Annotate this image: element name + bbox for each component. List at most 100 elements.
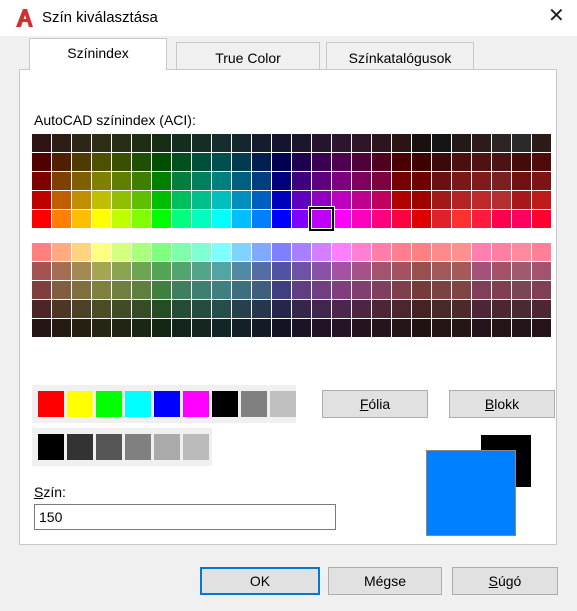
aci-bottom-cell[interactable]	[412, 300, 431, 318]
aci-bottom-cell[interactable]	[72, 281, 91, 299]
aci-top-cell[interactable]	[292, 134, 311, 152]
aci-top-cell[interactable]	[332, 153, 351, 171]
gray-color-swatch[interactable]	[183, 434, 209, 460]
aci-bottom-cell[interactable]	[92, 319, 111, 337]
standard-color-swatch[interactable]	[241, 391, 267, 417]
aci-top-cell[interactable]	[152, 210, 171, 228]
aci-bottom-cell[interactable]	[112, 281, 131, 299]
aci-bottom-cell[interactable]	[472, 300, 491, 318]
aci-bottom-cell[interactable]	[192, 262, 211, 280]
aci-bottom-cell[interactable]	[432, 319, 451, 337]
aci-top-cell[interactable]	[132, 191, 151, 209]
aci-bottom-cell[interactable]	[392, 319, 411, 337]
aci-bottom-cell[interactable]	[452, 319, 471, 337]
gray-color-swatch[interactable]	[67, 434, 93, 460]
aci-bottom-cell[interactable]	[52, 243, 71, 261]
aci-bottom-cell[interactable]	[352, 300, 371, 318]
aci-top-cell[interactable]	[52, 153, 71, 171]
aci-top-cell[interactable]	[392, 172, 411, 190]
aci-bottom-cell[interactable]	[352, 262, 371, 280]
aci-bottom-cell[interactable]	[72, 300, 91, 318]
aci-bottom-cell[interactable]	[32, 319, 51, 337]
aci-top-cell[interactable]	[32, 191, 51, 209]
aci-top-cell[interactable]	[52, 191, 71, 209]
aci-top-cell[interactable]	[352, 210, 371, 228]
aci-bottom-cell[interactable]	[512, 300, 531, 318]
aci-top-cell[interactable]	[232, 191, 251, 209]
aci-top-cell[interactable]	[252, 134, 271, 152]
standard-color-swatch[interactable]	[96, 391, 122, 417]
close-icon[interactable]: ✕	[548, 6, 565, 26]
aci-bottom-cell[interactable]	[112, 319, 131, 337]
aci-bottom-cell[interactable]	[452, 281, 471, 299]
aci-bottom-cell[interactable]	[392, 281, 411, 299]
aci-bottom-cell[interactable]	[132, 319, 151, 337]
aci-bottom-cell[interactable]	[132, 262, 151, 280]
aci-bottom-cell[interactable]	[292, 243, 311, 261]
tab-szinkatalogusok[interactable]: Színkatalógusok	[326, 42, 474, 70]
standard-color-swatch[interactable]	[125, 391, 151, 417]
aci-top-cell[interactable]	[332, 210, 351, 228]
aci-bottom-cell[interactable]	[32, 262, 51, 280]
aci-top-cell[interactable]	[352, 172, 371, 190]
aci-top-cell[interactable]	[72, 191, 91, 209]
aci-bottom-cell[interactable]	[452, 262, 471, 280]
aci-top-cell[interactable]	[332, 172, 351, 190]
aci-top-cell[interactable]	[152, 134, 171, 152]
gray-color-swatch[interactable]	[154, 434, 180, 460]
aci-bottom-cell[interactable]	[472, 243, 491, 261]
aci-bottom-cell[interactable]	[332, 319, 351, 337]
aci-top-cell[interactable]	[152, 153, 171, 171]
aci-bottom-cell[interactable]	[452, 300, 471, 318]
aci-bottom-cell[interactable]	[252, 300, 271, 318]
aci-top-cell[interactable]	[112, 210, 131, 228]
aci-top-cell[interactable]	[52, 134, 71, 152]
aci-bottom-cell[interactable]	[312, 281, 331, 299]
aci-top-cell[interactable]	[132, 134, 151, 152]
megse-button[interactable]: Mégse	[328, 567, 442, 595]
aci-bottom-cell[interactable]	[232, 300, 251, 318]
aci-top-cell[interactable]	[272, 172, 291, 190]
aci-top-cell[interactable]	[192, 210, 211, 228]
aci-top-cell[interactable]	[92, 153, 111, 171]
aci-bottom-cell[interactable]	[52, 262, 71, 280]
aci-bottom-cell[interactable]	[292, 262, 311, 280]
aci-top-cell[interactable]	[412, 172, 431, 190]
aci-top-cell[interactable]	[192, 172, 211, 190]
aci-top-cell[interactable]	[412, 191, 431, 209]
aci-top-cell[interactable]	[412, 153, 431, 171]
aci-bottom-cell[interactable]	[272, 243, 291, 261]
aci-bottom-cell[interactable]	[312, 319, 331, 337]
aci-top-cell[interactable]	[372, 210, 391, 228]
aci-bottom-cell[interactable]	[212, 281, 231, 299]
sugo-button[interactable]: Súgó	[452, 567, 558, 595]
aci-top-cell[interactable]	[32, 210, 51, 228]
aci-bottom-cell[interactable]	[412, 281, 431, 299]
aci-top-cell[interactable]	[312, 153, 331, 171]
aci-bottom-cell[interactable]	[152, 243, 171, 261]
aci-top-cell[interactable]	[212, 153, 231, 171]
aci-top-cell[interactable]	[212, 210, 231, 228]
aci-top-cell[interactable]	[452, 210, 471, 228]
standard-color-swatch[interactable]	[67, 391, 93, 417]
aci-top-cell[interactable]	[492, 210, 511, 228]
standard-color-swatch[interactable]	[38, 391, 64, 417]
aci-top-cell[interactable]	[212, 191, 231, 209]
aci-top-cell[interactable]	[172, 172, 191, 190]
aci-bottom-cell[interactable]	[392, 243, 411, 261]
standard-color-swatch[interactable]	[270, 391, 296, 417]
aci-top-cell[interactable]	[472, 172, 491, 190]
aci-top-cell[interactable]	[232, 172, 251, 190]
aci-bottom-cell[interactable]	[212, 319, 231, 337]
aci-top-cell[interactable]	[292, 153, 311, 171]
aci-top-cell[interactable]	[232, 134, 251, 152]
aci-top-cell[interactable]	[492, 134, 511, 152]
aci-bottom-cell[interactable]	[492, 243, 511, 261]
aci-top-cell[interactable]	[72, 153, 91, 171]
aci-bottom-cell[interactable]	[532, 281, 551, 299]
aci-top-cell[interactable]	[192, 134, 211, 152]
aci-bottom-cell[interactable]	[232, 262, 251, 280]
aci-top-cell[interactable]	[312, 172, 331, 190]
aci-bottom-cell[interactable]	[52, 300, 71, 318]
aci-bottom-cell[interactable]	[292, 319, 311, 337]
